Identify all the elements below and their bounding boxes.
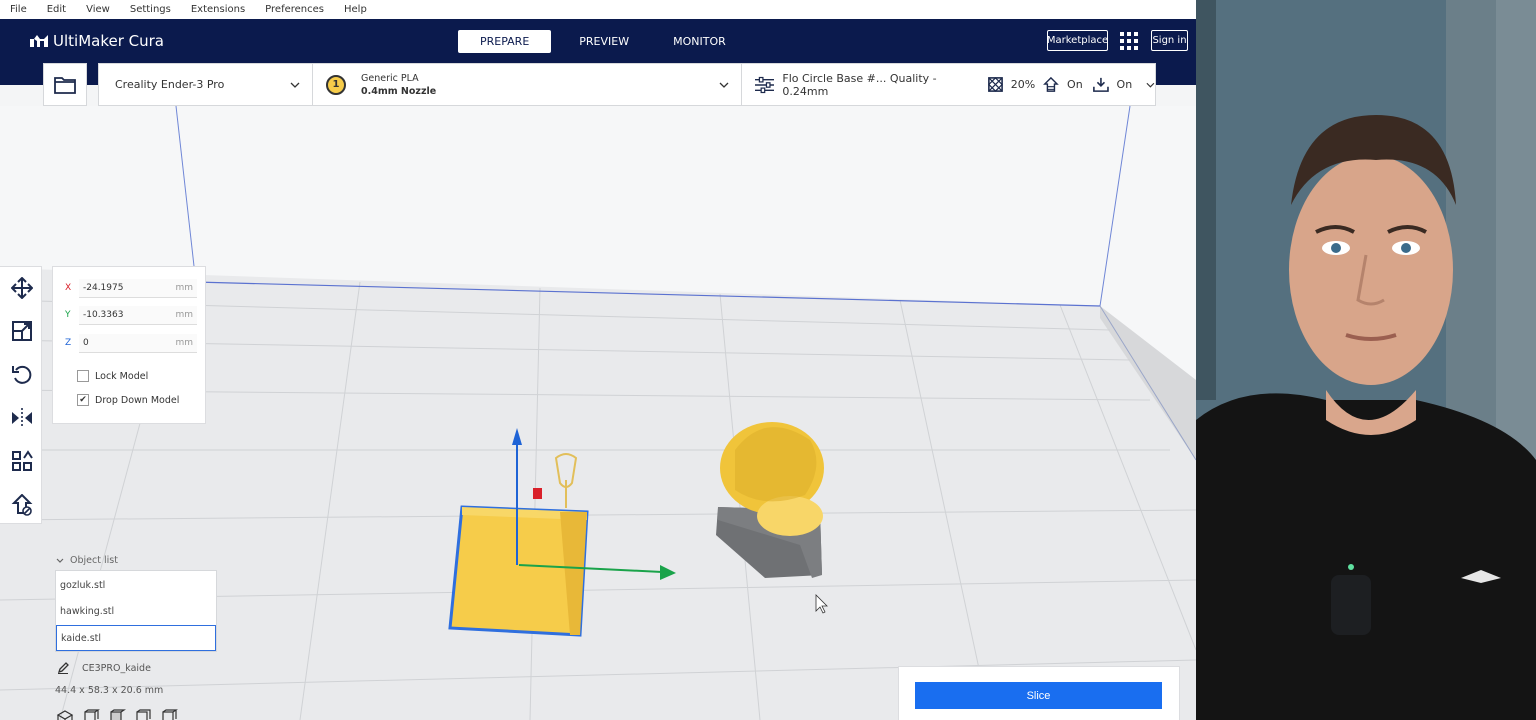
z-value: 0 [83,337,89,348]
lock-model-label: Lock Model [95,370,149,382]
support-blocker-icon[interactable] [11,494,33,516]
z-position-input[interactable]: 0 mm [79,333,197,353]
job-name[interactable]: CE3PRO_kaide [82,663,151,674]
cura-window: File Edit View Settings Extensions Prefe… [0,0,1196,720]
check-icon[interactable]: ✔ [77,394,89,406]
object-list-title: Object list [70,555,118,566]
per-model-settings-icon[interactable] [11,450,33,472]
y-position-input[interactable]: -10.3363 mm [79,305,197,325]
list-item-selected[interactable]: kaide.stl [56,625,216,651]
action-panel: Slice [898,666,1180,720]
model-dimensions: 44.4 x 58.3 x 20.6 mm [55,685,164,696]
chevron-down-icon [56,558,64,563]
slice-button[interactable]: Slice [915,682,1162,709]
pencil-icon[interactable] [57,662,69,674]
unit-label: mm [175,337,193,348]
z-label: Z [65,338,72,348]
view-front-icon[interactable] [82,709,100,720]
view-right-icon[interactable] [160,709,178,720]
x-position-input[interactable]: -24.1975 mm [79,278,197,298]
webcam-overlay [1196,0,1536,720]
list-item[interactable]: hawking.stl [56,598,216,624]
view-orientation-buttons [56,709,178,720]
unit-label: mm [175,282,193,293]
model-kaide[interactable] [448,505,589,637]
move-tool-panel: X -24.1975 mm Y -10.3363 mm Z 0 mm Lock Mod… [52,266,206,424]
view-top-icon[interactable] [108,709,126,720]
rotate-icon[interactable] [11,363,33,385]
mirror-icon[interactable] [11,407,33,429]
unit-label: mm [175,309,193,320]
presenter-video [1196,0,1536,720]
x-axis-handle [533,488,542,499]
list-item[interactable]: gozluk.stl [56,572,216,598]
x-label: X [65,283,72,293]
lock-model-checkbox[interactable]: Lock Model [77,370,148,382]
drop-down-model-checkbox[interactable]: ✔ Drop Down Model [77,394,179,406]
object-list-header[interactable]: Object list [56,555,118,566]
drop-down-model-label: Drop Down Model [95,394,180,406]
lock-model-box[interactable] [77,370,89,382]
view-left-icon[interactable] [134,709,152,720]
object-list: gozluk.stl hawking.stl kaide.stl [55,570,217,652]
microphone-icon [1331,575,1371,635]
move-icon[interactable] [11,277,33,299]
tool-bar [0,266,42,524]
scale-icon[interactable] [11,320,33,342]
y-label: Y [65,310,71,320]
y-value: -10.3363 [83,309,124,320]
view-3d-icon[interactable] [56,709,74,720]
x-value: -24.1975 [83,282,124,293]
